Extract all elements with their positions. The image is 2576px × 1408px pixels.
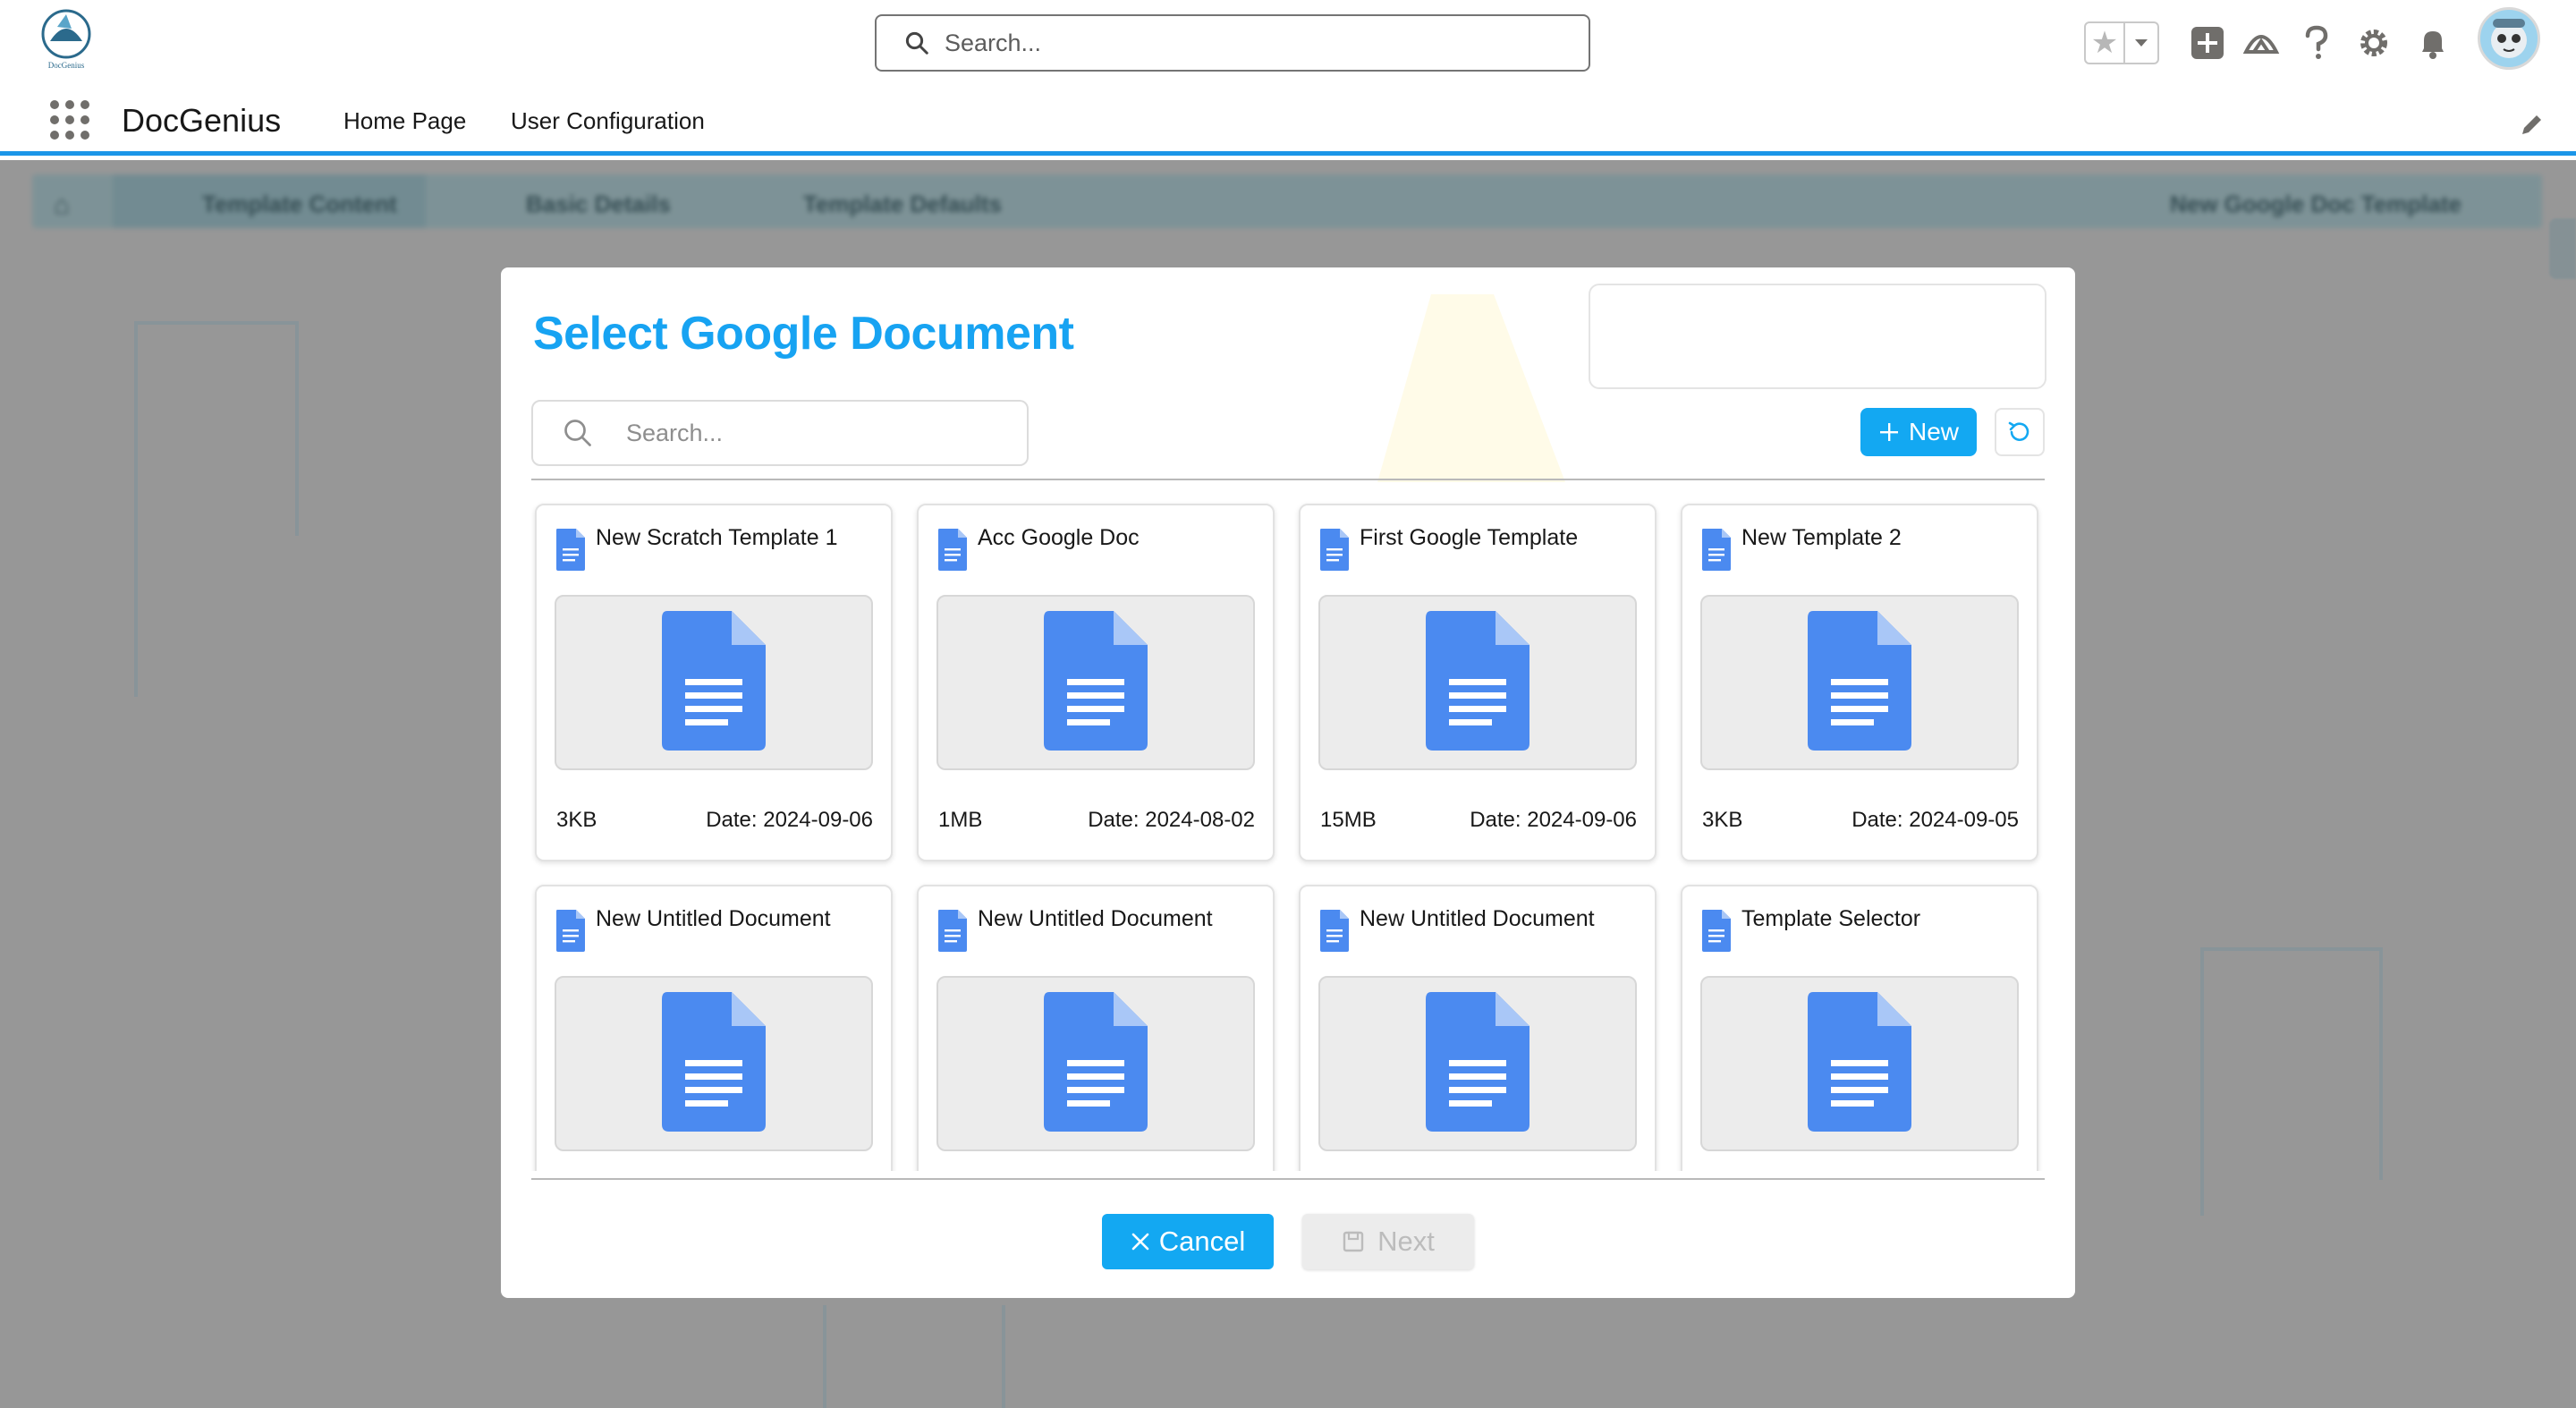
document-date: Date: 2024-09-05	[1852, 808, 2019, 832]
google-doc-large-icon	[1424, 990, 1531, 1138]
divider	[531, 1178, 2045, 1180]
document-title: First Google Template	[1360, 525, 1579, 550]
nav-item-home-page[interactable]: Home Page	[343, 107, 466, 135]
document-card[interactable]: First Google Template 15MB Date: 2024-09-0…	[1299, 504, 1657, 861]
document-thumbnail	[1700, 976, 2019, 1151]
global-search-input[interactable]	[945, 29, 1526, 57]
bell-icon[interactable]	[2413, 23, 2453, 63]
document-thumbnail	[555, 595, 873, 770]
document-thumbnail	[936, 976, 1255, 1151]
branding-panel	[1589, 284, 2046, 389]
document-size: 3KB	[556, 808, 597, 832]
google-doc-large-icon	[660, 990, 767, 1138]
document-card[interactable]: New Untitled Document	[917, 885, 1275, 1171]
next-button-label: Next	[1377, 1226, 1435, 1257]
refresh-icon	[2008, 421, 2029, 441]
new-button-label: New	[1908, 418, 1959, 445]
document-title: New Untitled Document	[978, 906, 1213, 931]
new-document-button[interactable]: New	[1860, 408, 1977, 456]
refresh-button[interactable]	[1995, 408, 2045, 456]
document-card[interactable]: New Untitled Document	[1299, 885, 1657, 1171]
document-title: New Template 2	[1741, 525, 1902, 550]
document-title: Template Selector	[1741, 906, 1921, 931]
favorites-group[interactable]: ★	[2084, 21, 2159, 64]
document-size: 1MB	[938, 808, 983, 832]
cancel-button[interactable]: Cancel	[1102, 1214, 1274, 1269]
trailhead-icon[interactable]	[2241, 23, 2281, 63]
app-launcher-icon[interactable]	[50, 100, 89, 140]
document-title: New Untitled Document	[596, 906, 831, 931]
nav-item-user-configuration[interactable]: User Configuration	[511, 107, 705, 135]
document-date: Date: 2024-08-02	[1088, 808, 1255, 832]
google-doc-icon	[1700, 527, 1733, 572]
svg-text:DocGenius: DocGenius	[48, 61, 85, 70]
document-thumbnail	[1318, 976, 1637, 1151]
google-doc-large-icon	[1042, 990, 1149, 1138]
document-thumbnail	[1700, 595, 2019, 770]
setup-gear-icon[interactable]	[2354, 23, 2394, 63]
document-thumbnail	[555, 976, 873, 1151]
document-card[interactable]: Template Selector	[1681, 885, 2038, 1171]
docgenius-logo[interactable]: DocGenius	[30, 7, 102, 72]
cancel-button-label: Cancel	[1158, 1226, 1246, 1257]
document-card[interactable]: New Untitled Document	[535, 885, 893, 1171]
document-grid: New Scratch Template 1 3KB Date: 2024-09-0…	[531, 482, 2045, 1171]
chevron-down-icon[interactable]	[2125, 23, 2157, 63]
save-icon	[1343, 1231, 1364, 1252]
google-doc-large-icon	[1806, 990, 1913, 1138]
google-doc-icon	[1700, 908, 1733, 953]
google-doc-icon	[1318, 527, 1351, 572]
document-search-input[interactable]	[626, 419, 984, 447]
user-avatar[interactable]	[2478, 7, 2540, 70]
document-title: New Untitled Document	[1360, 906, 1595, 931]
document-thumbnail	[936, 595, 1255, 770]
next-button[interactable]: Next	[1302, 1214, 1474, 1269]
document-date: Date: 2024-09-06	[1470, 808, 1637, 832]
document-search-box[interactable]	[531, 400, 1029, 466]
global-search-box[interactable]	[875, 14, 1590, 72]
select-google-document-modal: Select Google Document New New Scratch T…	[501, 267, 2075, 1298]
document-thumbnail	[1318, 595, 1637, 770]
google-doc-icon	[936, 908, 969, 953]
document-title: New Scratch Template 1	[596, 525, 838, 550]
document-card[interactable]: New Scratch Template 1 3KB Date: 2024-09-0…	[535, 504, 893, 861]
google-doc-large-icon	[1424, 609, 1531, 757]
modal-title: Select Google Document	[533, 308, 1074, 360]
search-icon	[564, 420, 591, 446]
google-doc-large-icon	[660, 609, 767, 757]
close-icon	[1131, 1233, 1149, 1251]
plus-icon	[1879, 423, 1898, 441]
help-icon[interactable]	[2297, 23, 2336, 63]
document-card[interactable]: New Template 2 3KB Date: 2024-09-05	[1681, 504, 2038, 861]
google-doc-icon	[555, 527, 587, 572]
document-size: 15MB	[1320, 808, 1377, 832]
google-doc-icon	[1318, 908, 1351, 953]
divider	[531, 479, 2045, 480]
global-header: DocGenius ★	[0, 0, 2576, 86]
google-doc-icon	[936, 527, 969, 572]
google-doc-large-icon	[1806, 609, 1913, 757]
google-doc-icon	[555, 908, 587, 953]
app-name: DocGenius	[122, 102, 282, 139]
search-icon	[905, 31, 928, 55]
add-icon[interactable]	[2188, 23, 2227, 63]
document-title: Acc Google Doc	[978, 525, 1140, 550]
edit-nav-icon[interactable]	[2519, 111, 2546, 138]
document-size: 3KB	[1702, 808, 1743, 832]
google-doc-large-icon	[1042, 609, 1149, 757]
star-icon[interactable]: ★	[2086, 23, 2125, 63]
document-date: Date: 2024-09-06	[706, 808, 873, 832]
document-card[interactable]: Acc Google Doc 1MB Date: 2024-08-02	[917, 504, 1275, 861]
